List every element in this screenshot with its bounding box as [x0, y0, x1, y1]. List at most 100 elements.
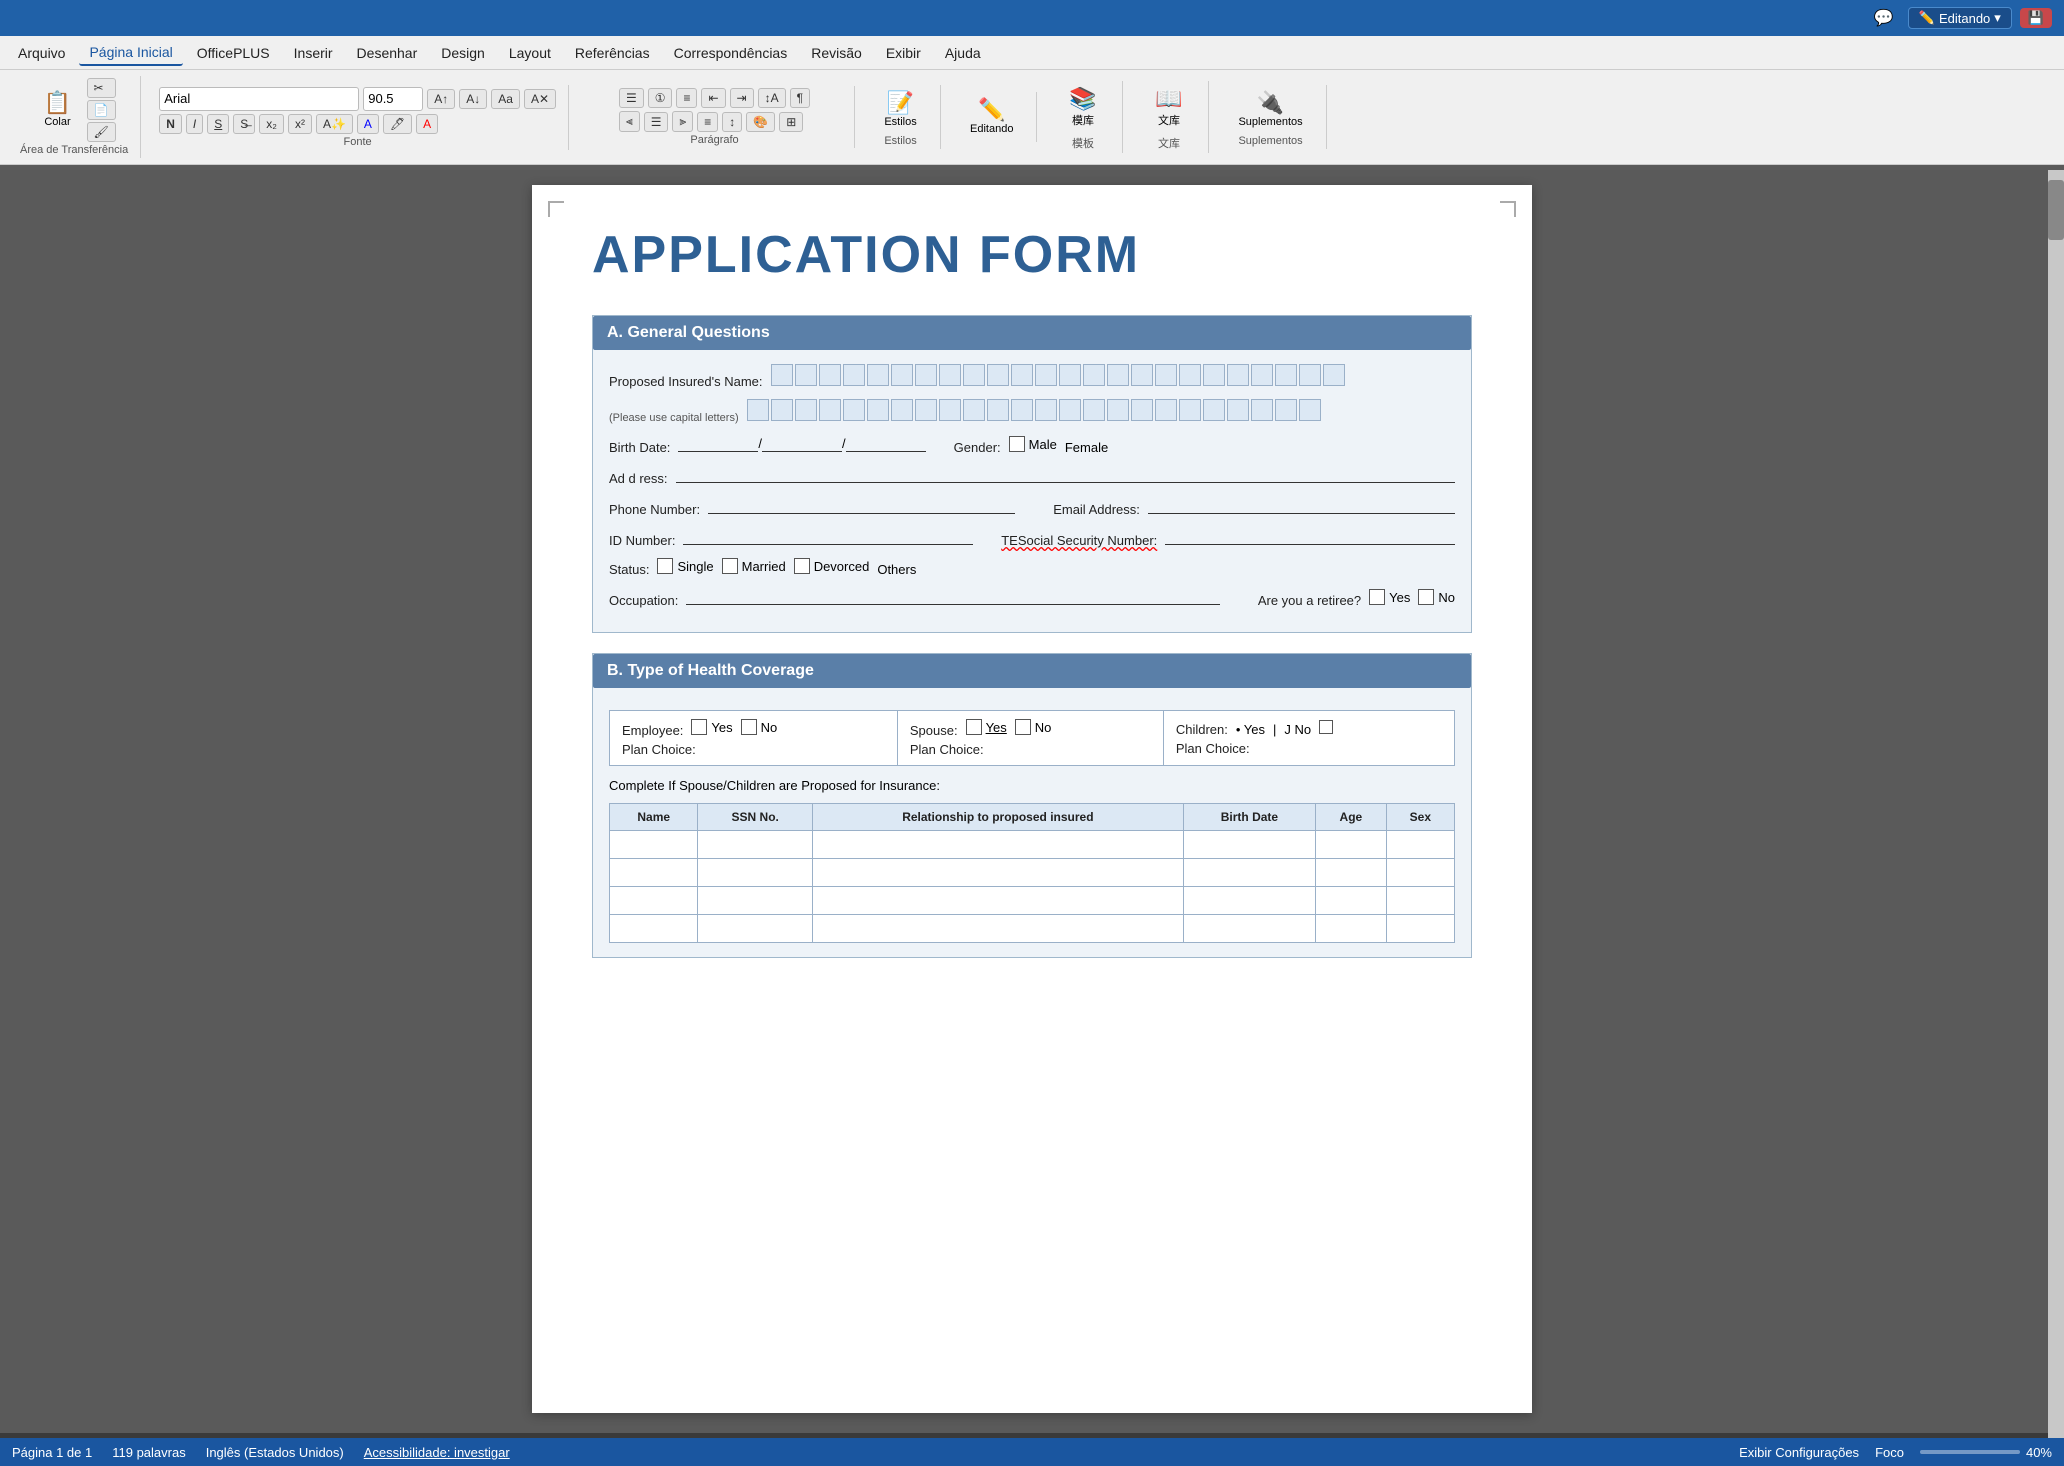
name2-cell-22[interactable] [1251, 399, 1273, 421]
name2-cell-1[interactable] [747, 399, 769, 421]
social-security-input[interactable] [1165, 527, 1455, 545]
name2-cell-6[interactable] [867, 399, 889, 421]
menu-inserir[interactable]: Inserir [284, 41, 343, 65]
mo-button[interactable]: 📚 模库 [1058, 83, 1108, 133]
name2-cell-15[interactable] [1083, 399, 1105, 421]
name-cell-12[interactable] [1035, 364, 1057, 386]
name2-cell-19[interactable] [1179, 399, 1201, 421]
gender-male-checkbox[interactable] [1009, 436, 1025, 452]
age-cell[interactable] [1316, 859, 1387, 887]
name2-cell-23[interactable] [1275, 399, 1297, 421]
name-cell-14[interactable] [1083, 364, 1105, 386]
menu-design[interactable]: Design [431, 41, 495, 65]
email-input[interactable] [1148, 496, 1455, 514]
name-cell-17[interactable] [1155, 364, 1177, 386]
relationship-cell[interactable] [812, 887, 1183, 915]
address-input[interactable] [676, 465, 1455, 483]
birthdate-cell[interactable] [1183, 915, 1315, 943]
name2-cell-9[interactable] [939, 399, 961, 421]
wen-button[interactable]: 📖 文库 [1144, 83, 1194, 133]
name-cell-7[interactable] [915, 364, 937, 386]
name2-cell-5[interactable] [843, 399, 865, 421]
sex-cell[interactable] [1386, 915, 1454, 943]
shrink-font-button[interactable]: A↓ [459, 89, 487, 109]
name-cell-8[interactable] [939, 364, 961, 386]
save-button[interactable]: 💾 [2020, 8, 2052, 28]
age-cell[interactable] [1316, 831, 1387, 859]
name-cell-2[interactable] [795, 364, 817, 386]
align-left-button[interactable]: ⫷ [619, 111, 640, 132]
shading-button[interactable]: 🎨 [746, 112, 775, 132]
accessibility-badge[interactable]: Acessibilidade: investigar [364, 1445, 510, 1460]
birth-date-year[interactable] [846, 434, 926, 452]
menu-officeplus[interactable]: OfficePLUS [187, 41, 280, 65]
multilevel-button[interactable]: ≡ [676, 88, 697, 108]
retiree-no-checkbox[interactable] [1418, 589, 1434, 605]
increase-indent-button[interactable]: ⇥ [730, 88, 754, 108]
numbering-button[interactable]: ① [648, 88, 673, 108]
retiree-yes-checkbox[interactable] [1369, 589, 1385, 605]
birthdate-cell[interactable] [1183, 859, 1315, 887]
sort-button[interactable]: ↕A [758, 88, 786, 108]
menu-exibir[interactable]: Exibir [876, 41, 931, 65]
name2-cell-2[interactable] [771, 399, 793, 421]
spouse-yes-checkbox[interactable] [966, 719, 982, 735]
ssn-cell[interactable] [698, 887, 813, 915]
birthdate-cell[interactable] [1183, 831, 1315, 859]
name2-cell-20[interactable] [1203, 399, 1225, 421]
format-painter-button[interactable]: 🖌 [87, 122, 116, 142]
name-cell[interactable] [610, 859, 698, 887]
spouse-no-checkbox[interactable] [1015, 719, 1031, 735]
phone-input[interactable] [708, 496, 1015, 514]
copy-button[interactable]: 📄 [87, 100, 116, 120]
sex-cell[interactable] [1386, 831, 1454, 859]
name-cell-20[interactable] [1227, 364, 1249, 386]
status-devorced-checkbox[interactable] [794, 558, 810, 574]
children-no-checkbox[interactable] [1319, 720, 1333, 734]
birth-date-day[interactable] [762, 434, 842, 452]
subscript-button[interactable]: x₂ [259, 114, 284, 134]
name2-cell-12[interactable] [1011, 399, 1033, 421]
display-settings[interactable]: Exibir Configurações [1739, 1445, 1859, 1460]
italic-button[interactable]: I [186, 114, 203, 134]
align-center-button[interactable]: ☰ [644, 112, 669, 132]
name2-cell-8[interactable] [915, 399, 937, 421]
show-formatting-button[interactable]: ¶ [790, 88, 810, 108]
name2-cell-3[interactable] [795, 399, 817, 421]
occupation-input[interactable] [686, 587, 1219, 605]
name-cell[interactable] [610, 887, 698, 915]
sex-cell[interactable] [1386, 887, 1454, 915]
font-color-button[interactable]: A [357, 114, 379, 134]
clear-format-button[interactable]: A✕ [524, 89, 556, 109]
font-size-input[interactable] [363, 87, 423, 111]
age-cell[interactable] [1316, 887, 1387, 915]
name-cell-16[interactable] [1131, 364, 1153, 386]
menu-layout[interactable]: Layout [499, 41, 561, 65]
name2-cell-24[interactable] [1299, 399, 1321, 421]
ssn-cell[interactable] [698, 859, 813, 887]
font-case-button[interactable]: Aa [491, 89, 520, 109]
name2-cell-16[interactable] [1107, 399, 1129, 421]
highlight-button[interactable]: 🖊 [383, 114, 412, 134]
name2-cell-13[interactable] [1035, 399, 1057, 421]
employee-no-checkbox[interactable] [741, 719, 757, 735]
name2-cell-14[interactable] [1059, 399, 1081, 421]
name2-cell-18[interactable] [1155, 399, 1177, 421]
styles-button[interactable]: 📝 Estilos [873, 87, 927, 133]
cut-button[interactable]: ✂ [87, 78, 116, 98]
name2-cell-4[interactable] [819, 399, 841, 421]
status-married-checkbox[interactable] [722, 558, 738, 574]
vertical-scrollbar[interactable] [2048, 170, 2064, 1438]
age-cell[interactable] [1316, 915, 1387, 943]
name-cell-22[interactable] [1275, 364, 1297, 386]
name-cell-23[interactable] [1299, 364, 1321, 386]
id-input[interactable] [683, 527, 973, 545]
name-cell-5[interactable] [867, 364, 889, 386]
name-cell-13[interactable] [1059, 364, 1081, 386]
menu-revisao[interactable]: Revisão [801, 41, 872, 65]
name2-cell-11[interactable] [987, 399, 1009, 421]
focus-button[interactable]: Foco [1875, 1445, 1904, 1460]
name-cell[interactable] [610, 915, 698, 943]
editing-dropdown[interactable]: ✏️ Editando ▾ [1908, 7, 2012, 29]
relationship-cell[interactable] [812, 859, 1183, 887]
